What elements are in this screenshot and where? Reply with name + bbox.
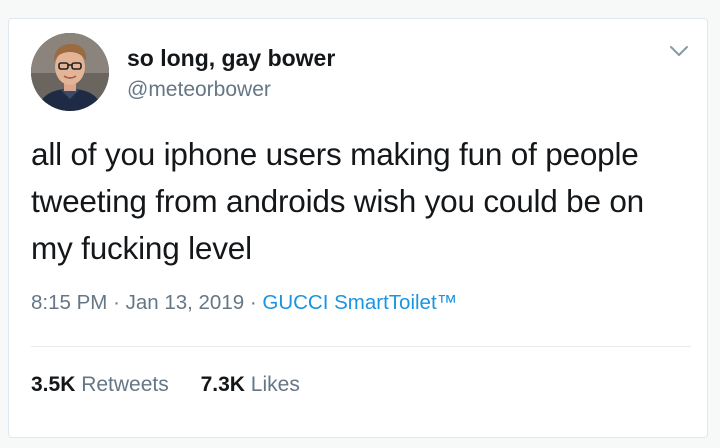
meta-separator: · (113, 291, 120, 314)
likes-stat[interactable]: 7.3K Likes (201, 373, 300, 397)
tweet-stats: 3.5K Retweets 7.3K Likes (31, 373, 326, 397)
retweets-stat[interactable]: 3.5K Retweets (31, 373, 169, 397)
tweet-date[interactable]: Jan 13, 2019 (126, 291, 245, 314)
tweet-meta: 8:15 PM · Jan 13, 2019 · GUCCI SmartToil… (31, 291, 457, 315)
likes-count: 7.3K (200, 373, 245, 396)
avatar[interactable] (31, 33, 109, 111)
tweet-time[interactable]: 8:15 PM (31, 291, 107, 314)
tweet-card: so long, gay bower @meteorbower all of y… (8, 18, 708, 438)
divider (31, 346, 691, 347)
retweets-label: Retweets (81, 373, 169, 396)
meta-separator: · (249, 291, 257, 314)
tweet-text: all of you iphone users making fun of pe… (31, 136, 645, 266)
tweet-source-link[interactable]: GUCCI SmartToilet™ (262, 291, 457, 314)
retweets-count: 3.5K (31, 373, 76, 396)
display-name[interactable]: so long, gay bower (127, 45, 335, 72)
likes-label: Likes (250, 373, 300, 396)
username-handle[interactable]: @meteorbower (127, 78, 271, 102)
chevron-down-icon[interactable] (666, 41, 692, 61)
